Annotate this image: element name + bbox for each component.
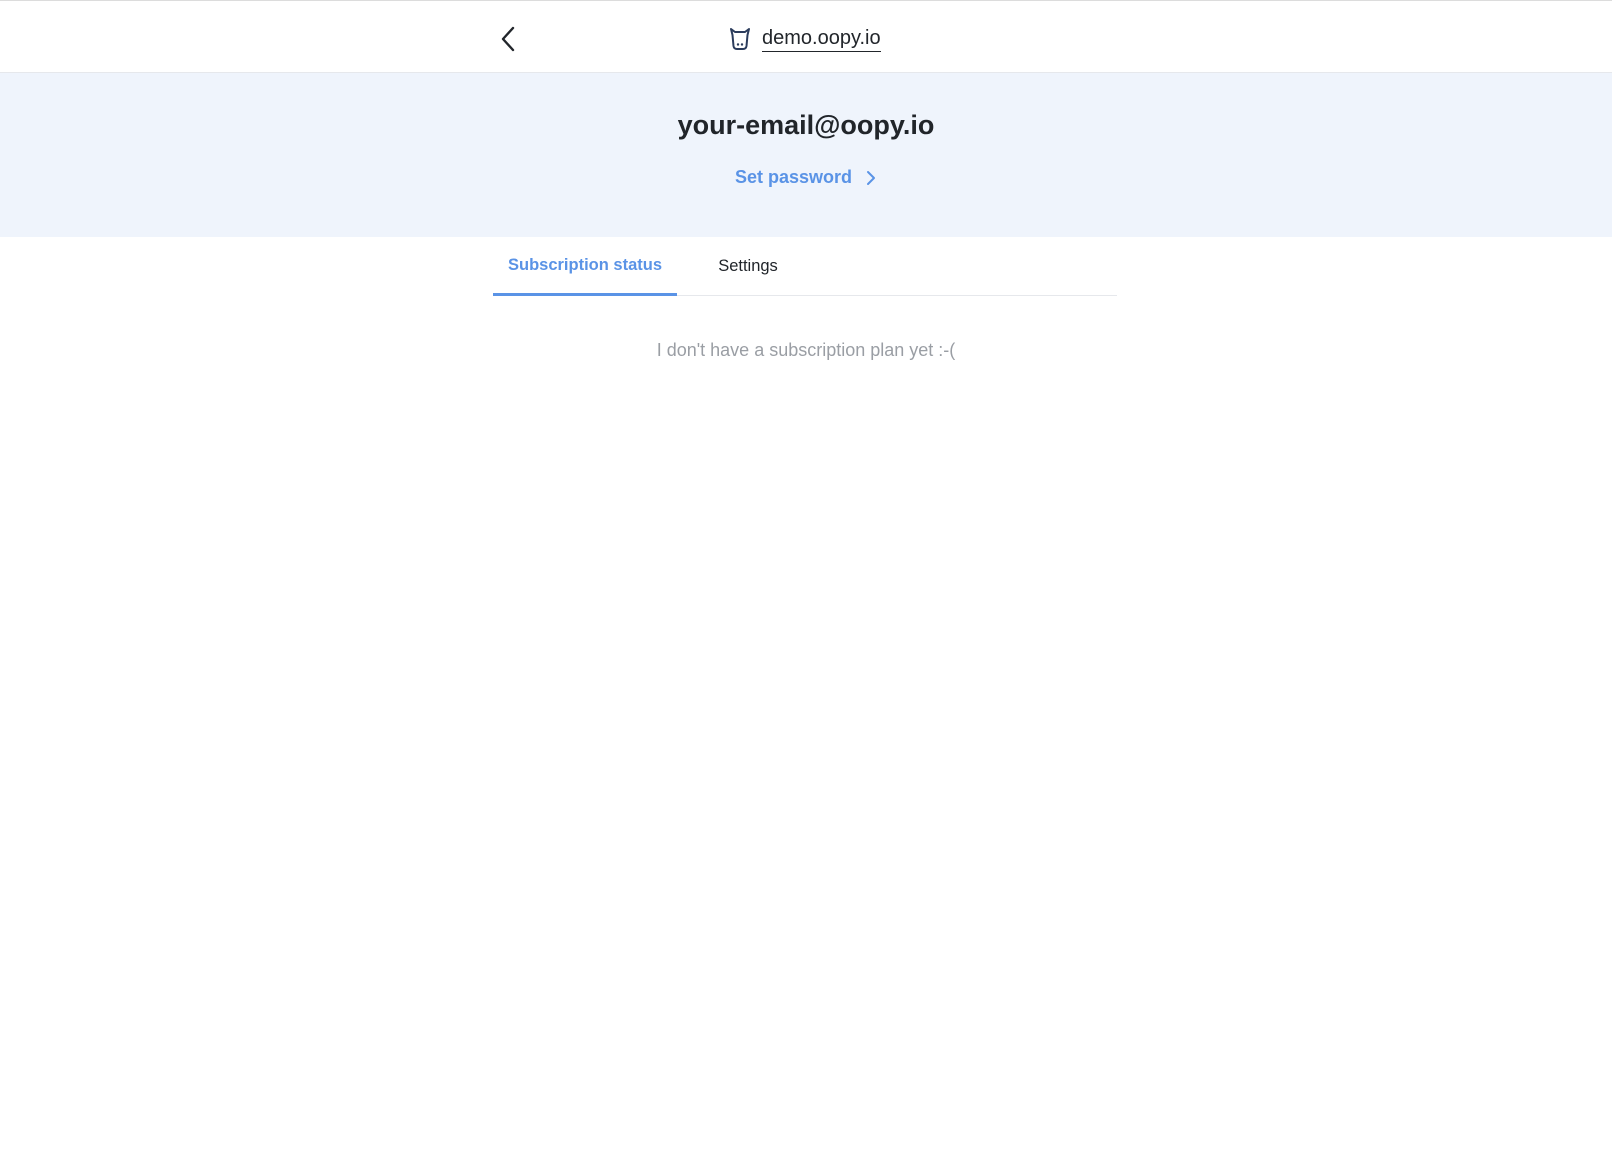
chevron-left-icon bbox=[501, 26, 515, 52]
back-button[interactable] bbox=[492, 23, 524, 55]
tab-bar: Subscription status Settings bbox=[493, 237, 1117, 296]
tab-settings[interactable]: Settings bbox=[693, 237, 803, 296]
set-password-label: Set password bbox=[735, 167, 853, 187]
site-name[interactable]: demo.oopy.io bbox=[762, 26, 881, 52]
cow-logo-icon bbox=[728, 26, 752, 52]
no-subscription-message: I don't have a subscription plan yet :-( bbox=[656, 340, 956, 360]
site-link[interactable]: demo.oopy.io bbox=[728, 23, 881, 55]
profile-banner: your-email@oopy.io Set password bbox=[0, 73, 1612, 237]
user-email: your-email@oopy.io bbox=[677, 110, 935, 140]
top-bar: demo.oopy.io bbox=[0, 0, 1612, 73]
tab-subscription-status[interactable]: Subscription status bbox=[493, 237, 677, 296]
set-password-link[interactable]: Set password bbox=[735, 167, 876, 188]
chevron-right-icon bbox=[866, 170, 876, 186]
